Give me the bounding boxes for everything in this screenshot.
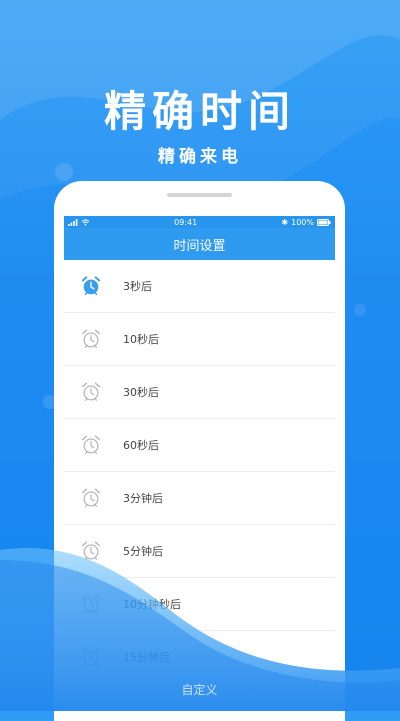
alarm-clock-icon [82,382,100,401]
status-time: 09:41 [174,217,198,227]
list-item[interactable]: 3秒后 [64,260,335,313]
headline: 精确时间 [103,87,296,136]
list-item[interactable]: 5分钟后 [64,525,335,578]
alarm-clock-icon [82,488,100,507]
battery-percent: 100% [291,217,314,227]
list-item-label: 30秒后 [123,386,159,399]
alarm-clock-icon [82,647,100,666]
list-item[interactable]: 10分钟秒后 [64,578,335,631]
signal-icon [68,218,78,226]
nav-title: 时间设置 [173,238,226,254]
time-option-list: 3秒后 10秒后 30秒后 60秒后 3分钟后 5分钟后 10分钟秒后 15分钟… [64,260,335,684]
list-item-label: 10分钟秒后 [123,598,181,611]
bluetooth-icon: ✱ [281,217,289,227]
list-item-label: 5分钟后 [123,545,163,558]
status-bar: 09:41 ✱ 100% [64,216,335,228]
custom-button[interactable]: 自定义 [63,670,336,708]
list-item-label: 10秒后 [123,333,159,346]
battery-icon [316,218,331,226]
list-item-label: 15分钟后 [123,651,170,664]
alarm-clock-icon [82,594,100,613]
nav-bar: 时间设置 [64,228,335,260]
alarm-clock-icon [82,435,100,454]
alarm-clock-icon [82,541,100,560]
list-item-label: 3分钟后 [123,492,163,505]
list-item[interactable]: 60秒后 [64,419,335,472]
list-item[interactable]: 30秒后 [64,366,335,419]
phone-screen: 09:41 ✱ 100% 时间设置 3秒后 10秒后 30秒后 60秒后 3分钟… [64,216,335,721]
alarm-clock-icon [82,329,100,348]
phone-mockup: 09:41 ✱ 100% 时间设置 3秒后 10秒后 30秒后 60秒后 3分钟… [54,181,345,721]
list-item[interactable]: 10秒后 [64,313,335,366]
alarm-clock-icon [81,276,101,295]
wifi-icon [81,218,90,226]
list-item-label: 3秒后 [123,280,152,293]
phone-speaker [167,193,232,197]
list-item[interactable]: 3分钟后 [64,472,335,525]
list-item-label: 60秒后 [123,439,159,452]
subheadline: 精确来电 [158,147,242,167]
